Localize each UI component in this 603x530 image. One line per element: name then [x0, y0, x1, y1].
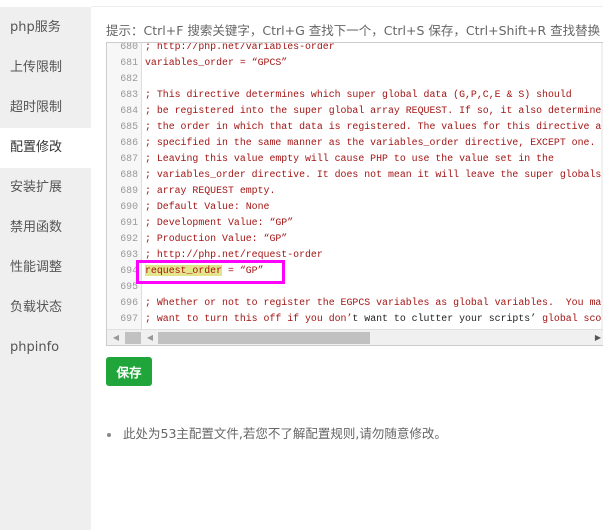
horizontal-scrollbar[interactable]: ◀ ◀ ▶ — [107, 329, 603, 345]
line-number: 693 — [120, 249, 138, 260]
line-number: 695 — [120, 281, 138, 292]
code-line[interactable]: 686 ; specified in the same manner as the… — [107, 135, 603, 151]
scrollbar-thumb-outer[interactable] — [125, 332, 141, 344]
code-segment: ; specified in the same manner as the va… — [145, 137, 596, 148]
code-line[interactable]: 695 — [107, 279, 603, 295]
line-number: 681 — [120, 57, 138, 68]
config-note-text: 此处为53主配置文件,若您不了解配置规则,请勿随意修改。 — [123, 426, 447, 441]
code-segment: ; http://php.net/request-order — [145, 249, 323, 260]
line-code: variables_order = “GPCS” — [145, 55, 287, 71]
code-line[interactable]: 685 ; the order in which that data is reg… — [107, 119, 603, 135]
code-segment: ; This directive determines which super … — [145, 89, 572, 100]
bullet-icon — [107, 432, 111, 437]
code-segment: ; http://php.net/variables-order — [145, 42, 335, 52]
line-code: ; Development Value: “GP” — [145, 215, 293, 231]
sidebar-item[interactable]: 配置修改 — [0, 128, 91, 168]
code-segment: = “GP” — [222, 265, 264, 276]
line-number: 680 — [120, 42, 138, 52]
line-number: 696 — [120, 297, 138, 308]
code-segment: ; Production Value: “GP” — [145, 233, 288, 244]
code-segment: ; Whether or not to register the EGPCS v… — [145, 297, 603, 308]
code-segment: global scope — [542, 313, 603, 324]
line-code: ; Whether or not to register the EGPCS v… — [145, 295, 603, 311]
code-line[interactable]: 684 ; be registered into the super global… — [107, 103, 603, 119]
code-segment: ; the order in which that data is regist… — [145, 121, 603, 132]
code-segment: ; Default Value: None — [145, 201, 270, 212]
code-segment: ; Development Value: “GP” — [145, 217, 294, 228]
sidebar-item[interactable]: 负载状态 — [0, 288, 91, 328]
code-line[interactable]: 692 ; Production Value: “GP” — [107, 231, 603, 247]
code-line[interactable]: 689 ; array REQUEST empty. — [107, 183, 603, 199]
scroll-right-icon[interactable]: ▶ — [591, 330, 603, 345]
line-number: 684 — [120, 105, 138, 116]
line-number: 697 — [120, 313, 138, 324]
code-line[interactable]: 682 — [107, 71, 603, 87]
code-line[interactable]: 683 ; This directive determines which sup… — [107, 87, 603, 103]
sidebar-item[interactable]: php服务 — [0, 8, 91, 48]
top-divider — [91, 6, 603, 7]
sidebar: php服务 上传限制 超时限制 配置修改 安装扩展 禁用函数 性能调整 负载状态 phpinfo — [0, 7, 91, 530]
line-code: ; want to turn this off if you don’t wan… — [145, 311, 603, 327]
line-number: 694 — [120, 265, 138, 276]
line-number: 683 — [120, 89, 138, 100]
code-line[interactable]: 696 ; Whether or not to register the EGPC… — [107, 295, 603, 311]
line-number: 688 — [120, 169, 138, 180]
code-segment: ; array REQUEST empty. — [145, 185, 276, 196]
code-segment: variables_order = “GPCS” — [145, 57, 288, 68]
line-number: 682 — [120, 73, 138, 84]
line-code: ; Production Value: “GP” — [145, 231, 287, 247]
line-code: ; http://php.net/request-order — [145, 247, 323, 263]
line-number: 691 — [120, 217, 138, 228]
code-line[interactable]: 680 ; http://php.net/variables-order — [107, 42, 603, 55]
sidebar-item[interactable]: 安装扩展 — [0, 168, 91, 208]
scroll-left-icon[interactable]: ◀ — [109, 330, 123, 345]
scrollbar-thumb[interactable] — [158, 332, 370, 344]
code-line[interactable]: 687 ; Leaving this value empty will cause… — [107, 151, 603, 167]
code-segment: ; variables_order directive. It does not… — [145, 169, 602, 180]
shortcut-hint: 提示：Ctrl+F 搜索关键字，Ctrl+G 查找下一个，Ctrl+S 保存，C… — [106, 23, 601, 38]
config-note: 此处为53主配置文件,若您不了解配置规则,请勿随意修改。 — [106, 423, 447, 442]
line-code: ; specified in the same manner as the va… — [145, 135, 595, 151]
line-code: ; the order in which that data is regist… — [145, 119, 603, 135]
code-line[interactable]: 697 ; want to turn this off if you don’t … — [107, 311, 603, 327]
line-code: ; be registered into the super global ar… — [145, 103, 603, 119]
line-number: 687 — [120, 153, 138, 164]
code-lines[interactable]: 680 ; http://php.net/variables-order 681 va… — [107, 42, 603, 327]
line-code: request_order = “GP” — [145, 263, 264, 279]
line-code: ; Leaving this value empty will cause PH… — [145, 151, 554, 167]
line-number: 685 — [120, 121, 138, 132]
code-line[interactable]: 691 ; Development Value: “GP” — [107, 215, 603, 231]
sidebar-item[interactable]: 上传限制 — [0, 48, 91, 88]
line-code: ; Default Value: None — [145, 199, 269, 215]
sidebar-item[interactable]: 性能调整 — [0, 248, 91, 288]
code-segment: ; Leaving this value empty will cause PH… — [145, 153, 554, 164]
code-line[interactable]: 681 variables_order = “GPCS” — [107, 55, 603, 71]
sidebar-item[interactable]: 禁用函数 — [0, 208, 91, 248]
code-segment: ; be registered into the super global ar… — [145, 105, 603, 116]
line-number: 692 — [120, 233, 138, 244]
line-code: ; This directive determines which super … — [145, 87, 572, 103]
line-number: 689 — [120, 185, 138, 196]
search-highlight: request_order — [145, 265, 223, 276]
line-number: 690 — [120, 201, 138, 212]
line-code: ; http://php.net/variables-order — [145, 42, 335, 55]
sidebar-item[interactable]: 超时限制 — [0, 88, 91, 128]
sidebar-item[interactable]: phpinfo — [0, 328, 91, 368]
code-line[interactable]: 688 ; variables_order directive. It does … — [107, 167, 603, 183]
code-segment: t want to clutter your scripts’ — [352, 313, 537, 324]
code-line[interactable]: 694 request_order = “GP” — [107, 263, 603, 279]
line-number: 686 — [120, 137, 138, 148]
code-line[interactable]: 693 ; http://php.net/request-order — [107, 247, 603, 263]
scroll-left-inner-icon[interactable]: ◀ — [143, 330, 157, 345]
code-editor[interactable]: 680 ; http://php.net/variables-order 681 va… — [106, 42, 603, 346]
code-segment: ; want to turn this off if you don’ — [145, 313, 353, 324]
line-code: ; array REQUEST empty. — [145, 183, 275, 199]
code-line[interactable]: 690 ; Default Value: None — [107, 199, 603, 215]
line-code: ; variables_order directive. It does not… — [145, 167, 601, 183]
save-button[interactable]: 保存 — [106, 357, 152, 386]
